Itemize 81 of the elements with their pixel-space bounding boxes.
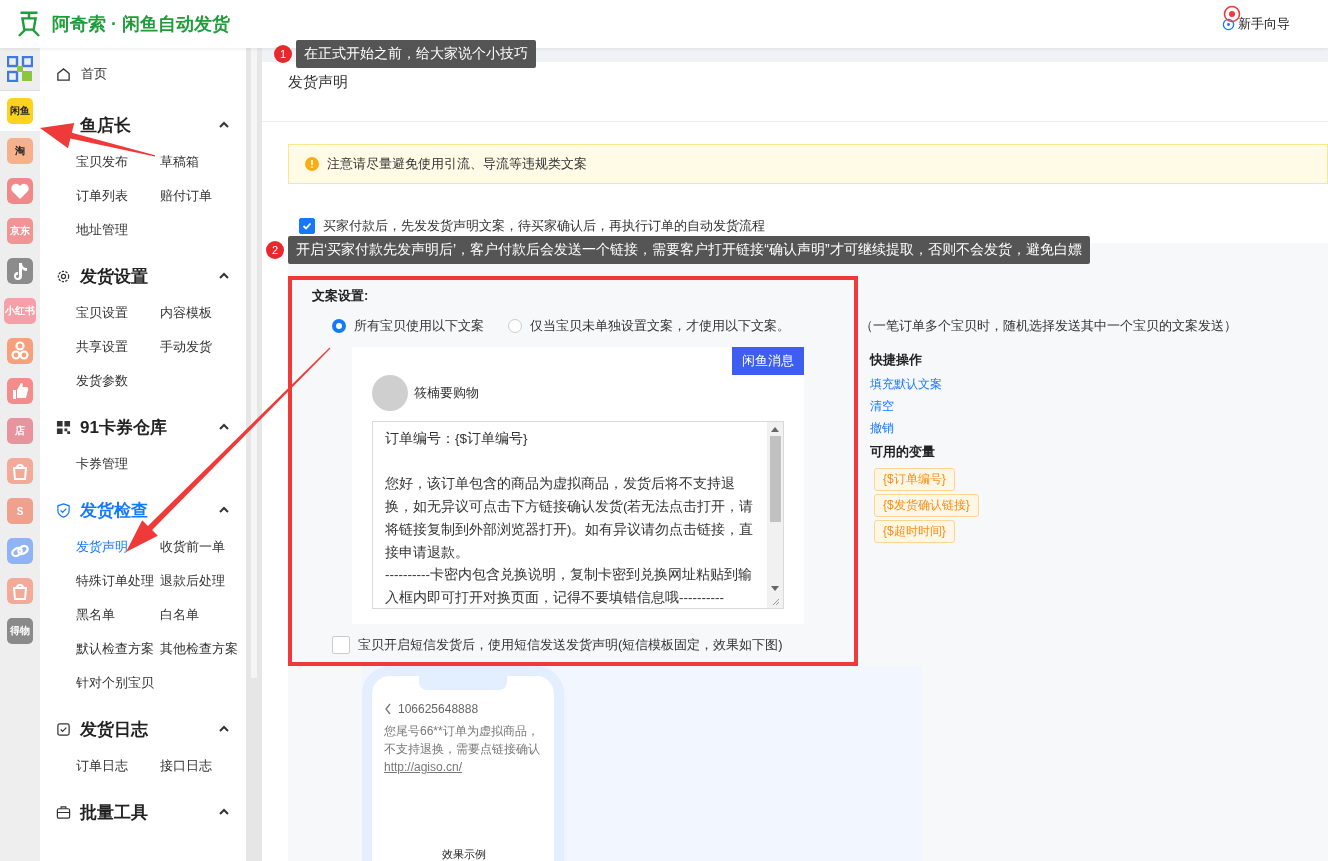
radio-note: （一笔订单多个宝贝时，随机选择发送其中一个宝贝的文案发送） — [860, 317, 1237, 335]
menu-item[interactable]: 地址管理 — [76, 213, 160, 247]
grid-icon — [7, 56, 33, 82]
menu-group-header[interactable]: 发货检查 — [40, 490, 246, 530]
platform-tab[interactable]: 闲鱼 — [0, 91, 40, 131]
avatar — [372, 375, 408, 411]
scrollbar[interactable] — [767, 422, 783, 608]
menu-item[interactable]: 内容模板 — [160, 296, 244, 330]
menu-item[interactable]: 草稿箱 — [160, 145, 244, 179]
menu-item[interactable]: 退款后处理 — [160, 564, 244, 598]
menu-group-header[interactable]: 发货设置 — [40, 256, 246, 296]
menu-item[interactable]: 接口日志 — [160, 749, 244, 783]
help-icon — [1222, 17, 1235, 31]
menu-item[interactable]: 宝贝设置 — [76, 296, 160, 330]
menu-group-header[interactable]: 鱼店长 — [40, 105, 246, 145]
menu-item[interactable]: 发货参数 — [76, 364, 160, 398]
bag-icon — [7, 578, 33, 604]
menu-item[interactable]: 其他检查方案 — [160, 632, 244, 666]
message-field[interactable]: 订单编号：{$订单编号} 您好，该订单包含的商品为虚拟商品，发货后将不支持退换，如无异议可点击下方链接确认发货(若无法点击打开，请将链接复制到外部浏览器打开)。如有异议请勿点击链接，直接申请退款。 ----------卡密内包含兑换说明，复制卡密到兑换网址粘贴到输入框内即可打开对换页面，记得不要填错信息哦---------- — [372, 421, 784, 609]
preview-caption: 效果示例 — [441, 847, 487, 861]
menu-group-header[interactable]: 批量工具 — [40, 792, 246, 832]
menu-item[interactable]: 发货声明 — [76, 530, 160, 564]
bag-icon — [7, 458, 33, 484]
confirm-checkbox[interactable]: 买家付款后，先发发货声明文案，待买家确认后，再执行订单的自动发货流程 — [299, 214, 1328, 238]
quick-actions-title: 快捷操作 — [870, 351, 922, 369]
menu-item[interactable]: 默认检查方案 — [76, 632, 160, 666]
menu-item[interactable]: 手动发货 — [160, 330, 244, 364]
thumb-icon — [7, 378, 33, 404]
link-icon — [7, 538, 33, 564]
circles-icon — [7, 338, 33, 364]
warning-icon — [305, 157, 319, 171]
scroll-down-icon[interactable] — [771, 586, 779, 592]
sms-link[interactable]: http://agiso.cn/ — [384, 758, 544, 776]
app-title: 阿奇索 · 闲鱼自动发货 — [52, 13, 230, 36]
action-link[interactable]: 清空 — [870, 395, 894, 417]
home-menu-item[interactable]: 首页 — [40, 54, 246, 94]
checklist-icon — [56, 721, 71, 737]
menu-item[interactable]: 特殊订单处理 — [76, 564, 160, 598]
radio-option[interactable]: 所有宝贝使用以下文案 — [332, 317, 484, 335]
variables-title: 可用的变量 — [870, 443, 935, 461]
checkbox[interactable] — [299, 218, 315, 234]
home-icon — [56, 66, 71, 82]
menu-group-header[interactable]: 发货日志 — [40, 709, 246, 749]
menu-item[interactable]: 黑名单 — [76, 598, 160, 632]
menu-item[interactable]: 白名单 — [160, 598, 244, 632]
tip-callout: 在正式开始之前，给大家说个小技巧 — [296, 40, 536, 68]
message-type-button[interactable]: 闲鱼消息 — [732, 347, 804, 375]
menu-item[interactable]: 订单列表 — [76, 179, 160, 213]
radio-button[interactable] — [332, 319, 346, 333]
action-link[interactable]: 撤销 — [870, 417, 894, 439]
scrollbar[interactable] — [246, 48, 262, 861]
menu-item[interactable]: 卡券管理 — [76, 447, 160, 481]
step-number: 1 — [274, 45, 292, 63]
shield-icon — [56, 502, 71, 518]
menu-item[interactable]: 针对个别宝贝 — [76, 666, 160, 700]
back-icon — [384, 703, 392, 715]
radio-option[interactable]: 仅当宝贝未单独设置文案，才使用以下文案。 — [508, 317, 790, 335]
warning-text: 注意请尽量避免使用引流、导流等违规类文案 — [327, 155, 587, 173]
qr-icon — [56, 419, 71, 435]
gear-icon — [56, 268, 71, 284]
menu-item[interactable]: 订单日志 — [76, 749, 160, 783]
action-link[interactable]: 填充默认文案 — [870, 373, 942, 395]
menu-item[interactable]: 赔付订单 — [160, 179, 244, 213]
menu-item[interactable]: 共享设置 — [76, 330, 160, 364]
check-icon — [302, 221, 312, 231]
checkbox[interactable] — [332, 636, 350, 654]
sms-checkbox[interactable]: 宝贝开启短信发货后，使用短信发送发货声明(短信模板固定，效果如下图) — [332, 636, 1328, 654]
sender-name: 筱楠要购物 — [414, 384, 479, 402]
menu-item[interactable]: 宝贝发布 — [76, 145, 160, 179]
platform-tab[interactable]: 淘 — [0, 131, 40, 171]
section-label: 文案设置: — [312, 287, 370, 305]
sms-sender: 106625648888 — [398, 702, 479, 716]
resize-grip-icon[interactable] — [770, 596, 780, 606]
scroll-up-icon[interactable] — [771, 426, 779, 432]
menu-item[interactable]: 收货前一单 — [160, 530, 244, 564]
guide-link[interactable]: 新手向导 — [1222, 15, 1290, 33]
note-icon — [7, 258, 33, 284]
tip-callout: 开启‘买家付款先发声明后’，客户付款后会发送一个链接，需要客户打开链接“确认声明”才可继续提取，否则不会发货，避免白嫖 — [288, 236, 1090, 264]
menu-group-header[interactable]: 91卡券仓库 — [40, 407, 246, 447]
radio-button[interactable] — [508, 319, 522, 333]
briefcase-icon — [56, 804, 71, 820]
